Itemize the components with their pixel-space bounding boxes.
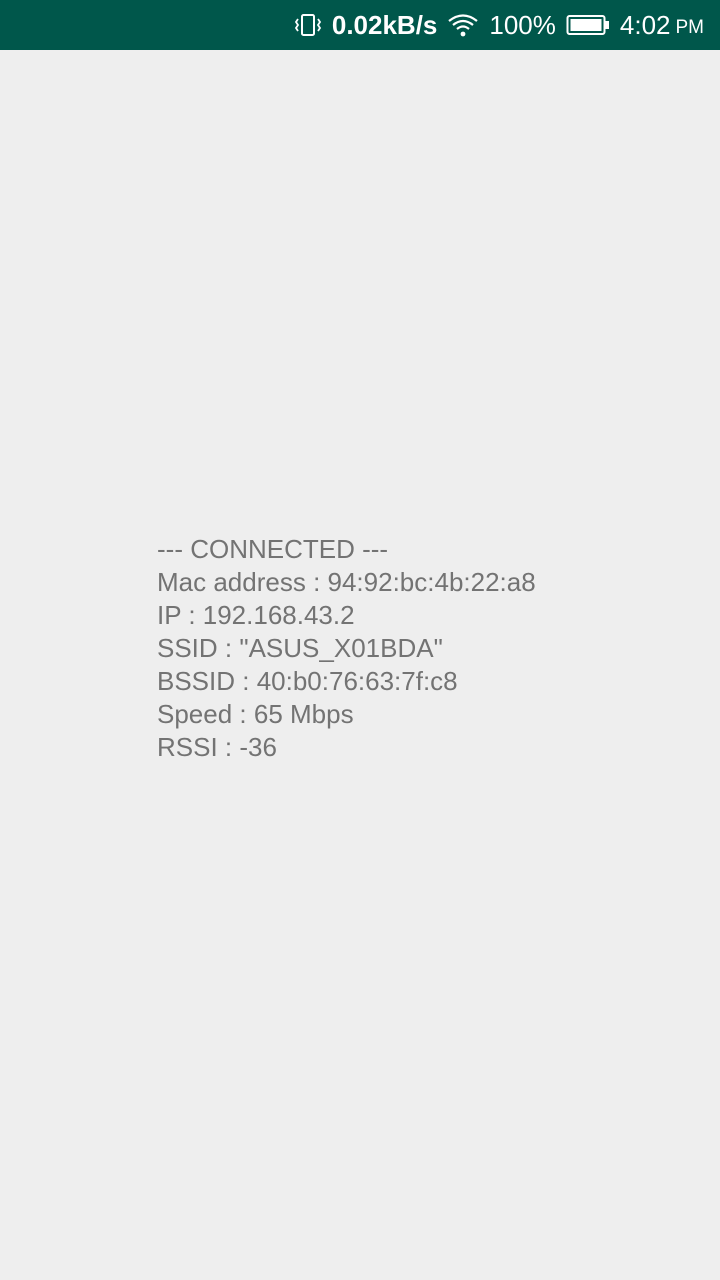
battery-icon [566,13,610,37]
ip-address: IP : 192.168.43.2 [157,600,355,630]
bssid: BSSID : 40:b0:76:63:7f:c8 [157,666,458,696]
clock: 4:02 PM [620,10,704,41]
wifi-icon [447,12,479,38]
mac-address: Mac address : 94:92:bc:4b:22:a8 [157,567,536,597]
rssi: RSSI : -36 [157,732,277,762]
link-speed: Speed : 65 Mbps [157,699,354,729]
network-speed: 0.02kB/s [331,9,438,40]
wifi-info-panel: --- CONNECTED --- Mac address : 94:92:bc… [157,533,536,764]
ssid: SSID : "ASUS_X01BDA" [157,633,443,663]
battery-percent: 100% [489,9,556,40]
connection-status: --- CONNECTED --- [157,534,389,564]
status-bar: 0.02kB/s 100% 4:02 PM [0,0,720,50]
clock-time: 4:02 [619,9,671,40]
vibrate-icon [294,12,322,38]
clock-ampm: PM [675,17,705,38]
